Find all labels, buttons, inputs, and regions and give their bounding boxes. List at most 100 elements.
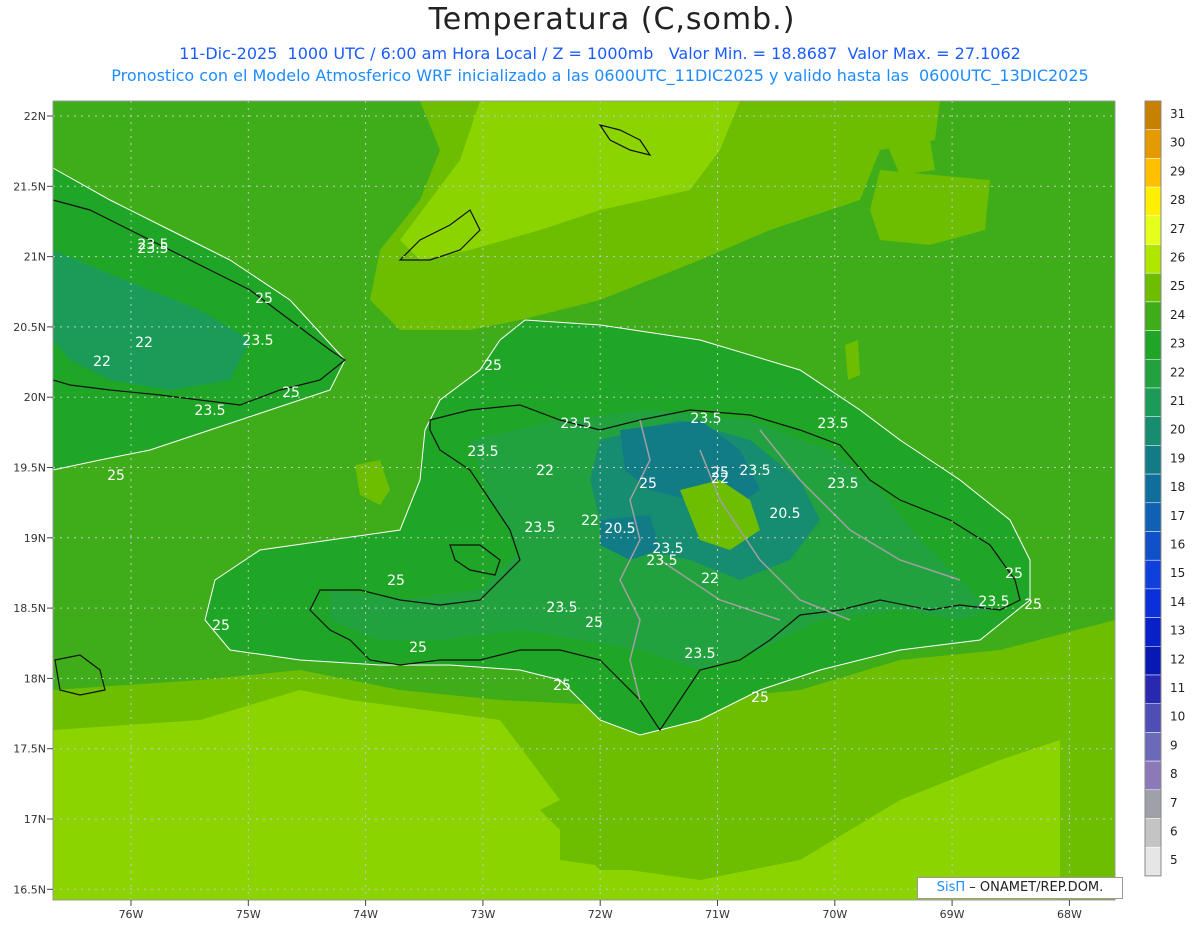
colorbar-label: 25 — [1170, 279, 1185, 293]
colorbar-swatch — [1144, 818, 1162, 848]
contour-label: 25 — [255, 291, 273, 307]
colorbar-swatch — [1144, 129, 1162, 159]
lat-tick-label: 19N — [24, 532, 46, 545]
lon-tick-label: 76W — [119, 908, 144, 921]
colorbar-swatch — [1144, 359, 1162, 389]
colorbar-label: 24 — [1170, 308, 1185, 322]
colorbar-label: 7 — [1170, 796, 1178, 810]
lat-tick-label: 17.5N — [13, 743, 46, 756]
colorbar-swatch — [1144, 186, 1162, 217]
contour-label: 23.5 — [467, 444, 498, 460]
contour-label: 23.5 — [646, 553, 677, 569]
colorbar-label: 8 — [1170, 767, 1178, 781]
colorbar-label: 9 — [1170, 738, 1178, 752]
lat-tick-label: 19.5N — [13, 462, 46, 475]
lat-tick-label: 16.5N — [13, 883, 46, 896]
colorbar-swatch — [1144, 588, 1162, 618]
colorbar-label: 6 — [1170, 825, 1178, 839]
colorbar-label: 31 — [1170, 107, 1185, 121]
contour-label: 25 — [751, 690, 769, 706]
colorbar-swatch — [1144, 846, 1162, 877]
colorbar-swatch — [1144, 416, 1162, 446]
colorbar-label: 18 — [1170, 480, 1185, 494]
colorbar-label: 28 — [1170, 193, 1185, 207]
lat-tick-label: 21.5N — [13, 180, 46, 193]
lon-tick-label: 70W — [822, 908, 847, 921]
contour-label: 22 — [581, 513, 599, 529]
colorbar-swatch — [1144, 330, 1162, 360]
lon-tick-label: 72W — [588, 908, 613, 921]
colorbar-label: 13 — [1170, 624, 1185, 638]
colorbar-swatch — [1144, 617, 1162, 647]
contour-label: 23.5 — [137, 241, 168, 257]
colorbar-label: 11 — [1170, 681, 1185, 695]
colorbar-label: 21 — [1170, 394, 1185, 408]
contour-label: 22 — [536, 463, 554, 479]
lon-tick-label: 71W — [705, 908, 730, 921]
colorbar-swatch — [1144, 760, 1162, 791]
colorbar-swatch — [1144, 732, 1162, 762]
lon-tick-label: 75W — [236, 908, 261, 921]
lat-tick-label: 21N — [24, 251, 46, 264]
contour-label: 22 — [701, 571, 719, 587]
contour-label: 23.5 — [690, 411, 721, 427]
credit-text: – ONAMET/REP.DOM. — [965, 880, 1104, 895]
colorbar-swatch — [1144, 502, 1162, 532]
lon-tick-label: 74W — [353, 908, 378, 921]
colorbar-swatch — [1144, 158, 1162, 188]
lat-tick-label: 22N — [24, 110, 46, 123]
contour-label: 22 — [711, 471, 729, 487]
color-bar: 31 30 29 28 27 26 25 24 23 22 21 20 19 18 17 16 15 14 13 12… — [1144, 100, 1185, 877]
colorbar-label: 12 — [1170, 652, 1185, 666]
credit-brand: SisΠ — [936, 880, 966, 895]
colorbar-label: 29 — [1170, 164, 1185, 178]
contour-label: 22 — [135, 335, 153, 351]
colorbar-swatch — [1144, 789, 1162, 819]
contour-label: 23.5 — [739, 463, 770, 479]
colorbar-label: 26 — [1170, 251, 1185, 265]
colorbar-swatch — [1144, 674, 1162, 704]
colorbar-label: 15 — [1170, 566, 1185, 580]
contour-label: 25 — [387, 573, 405, 589]
colorbar-swatch — [1144, 387, 1162, 417]
latitude-axis: 22N 21.5N 21N 20.5N 20N 19.5N 19N 18.5N 18N 17.5N… — [13, 110, 53, 896]
colorbar-swatch — [1144, 244, 1162, 274]
contour-label: 23.5 — [546, 600, 577, 616]
colorbar-label: 5 — [1170, 853, 1178, 867]
colorbar-label: 16 — [1170, 538, 1185, 552]
contour-label: 23.5 — [684, 646, 715, 662]
colorbar-label: 22 — [1170, 365, 1185, 379]
colorbar-swatch — [1144, 559, 1162, 590]
contour-label: 20.5 — [604, 521, 635, 537]
lat-tick-label: 20N — [24, 391, 46, 404]
longitude-axis: 76W 75W 74W 73W 72W 71W 70W 69W 68W — [119, 900, 1082, 921]
lat-tick-label: 18N — [24, 672, 46, 685]
contour-label: 23.5 — [242, 333, 273, 349]
contour-label: 25 — [553, 678, 571, 694]
colorbar-label: 10 — [1170, 710, 1185, 724]
lon-tick-label: 69W — [940, 908, 965, 921]
contour-label: 20.5 — [769, 506, 800, 522]
contour-label: 25 — [585, 615, 603, 631]
colorbar-swatch — [1144, 215, 1162, 245]
colorbar-swatch — [1144, 100, 1162, 130]
contour-label: 23.5 — [524, 520, 555, 536]
colorbar-swatch — [1144, 445, 1162, 475]
colorbar-swatch — [1144, 301, 1162, 331]
colorbar-swatch — [1144, 473, 1162, 504]
lat-tick-label: 18.5N — [13, 602, 46, 615]
colorbar-label: 20 — [1170, 423, 1185, 437]
contour-label: 25 — [484, 358, 502, 374]
lon-tick-label: 73W — [470, 908, 495, 921]
colorbar-swatch — [1144, 531, 1162, 561]
temperature-map: 22N 21.5N 21N 20.5N 20N 19.5N 19N 18.5N 18N 17.5N… — [13, 100, 1185, 921]
contour-label: 23.5 — [827, 476, 858, 492]
lat-tick-label: 20.5N — [13, 321, 46, 334]
colorbar-label: 14 — [1170, 595, 1185, 609]
lat-tick-label: 17N — [24, 813, 46, 826]
colorbar-swatch — [1144, 646, 1162, 676]
colorbar-label: 17 — [1170, 509, 1185, 523]
contour-label: 25 — [212, 618, 230, 634]
colorbar-label: 27 — [1170, 222, 1185, 236]
contour-label: 25 — [639, 476, 657, 492]
